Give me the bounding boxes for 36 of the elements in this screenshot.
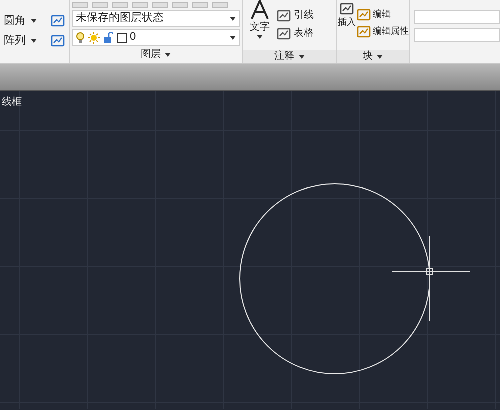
text-tool-icon[interactable] bbox=[251, 0, 269, 20]
linetype-dropdown[interactable] bbox=[414, 28, 500, 42]
layer-tool-button[interactable] bbox=[192, 2, 208, 8]
lineweight-dropdown[interactable] bbox=[414, 10, 500, 24]
layer-state-dropdown[interactable]: 未保存的图层状态 bbox=[72, 10, 240, 27]
caret-icon bbox=[298, 54, 304, 58]
layer-tool-button[interactable] bbox=[152, 2, 168, 8]
layer-tool-button[interactable] bbox=[172, 2, 188, 8]
caret-icon bbox=[377, 54, 383, 58]
sun-icon bbox=[88, 32, 100, 44]
caret-icon bbox=[165, 52, 171, 56]
caret-icon bbox=[31, 19, 37, 24]
layer-dropdown[interactable]: 0 bbox=[72, 29, 240, 46]
padlock-icon bbox=[103, 32, 114, 44]
layer-tool-button[interactable] bbox=[72, 2, 88, 8]
layer-tool-button[interactable] bbox=[92, 2, 108, 8]
layer-tool-button[interactable] bbox=[212, 2, 228, 8]
panel-title[interactable]: 块 bbox=[363, 49, 373, 64]
caret-icon bbox=[230, 16, 236, 20]
tool-label[interactable]: 圆角 bbox=[2, 13, 28, 30]
big-button-label[interactable]: 插入 bbox=[338, 16, 356, 30]
big-button-label[interactable]: 文字 bbox=[250, 20, 270, 35]
tool-label[interactable]: 阵列 bbox=[2, 32, 28, 49]
tool-label[interactable]: 编辑属性 bbox=[373, 25, 409, 39]
layer-tool-button[interactable] bbox=[112, 2, 128, 8]
caret-icon bbox=[230, 36, 236, 40]
caret-icon bbox=[31, 38, 37, 43]
panel-title[interactable]: 图层 bbox=[141, 47, 161, 62]
tool-label[interactable]: 编辑 bbox=[373, 8, 391, 22]
lightbulb-icon bbox=[76, 32, 85, 44]
tool-label[interactable]: 引线 bbox=[294, 8, 314, 23]
tool-label[interactable]: 表格 bbox=[294, 26, 314, 41]
color-swatch bbox=[117, 32, 127, 42]
caret-icon bbox=[257, 35, 263, 39]
viewport-label[interactable]: 线框 bbox=[2, 95, 22, 110]
layer-tool-button[interactable] bbox=[132, 2, 148, 8]
